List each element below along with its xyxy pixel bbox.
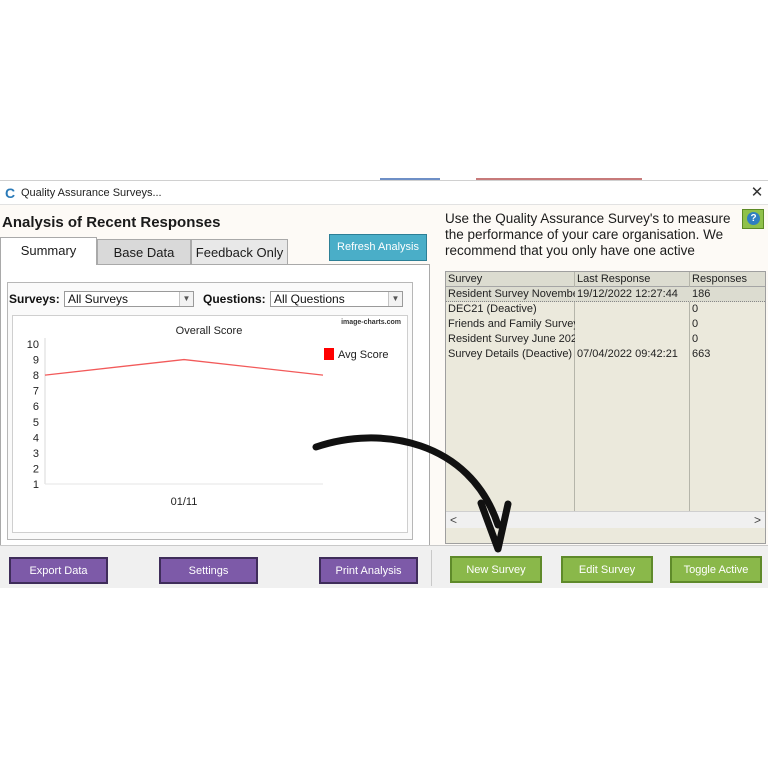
cell-last-response: 07/04/2022 09:42:21	[577, 348, 678, 360]
legend-label-avg-score: Avg Score	[338, 349, 389, 361]
y-tick-label: 6	[33, 401, 39, 413]
y-tick-label: 10	[27, 339, 39, 351]
surveys-select-value: All Surveys	[68, 292, 129, 306]
list-item[interactable]: Resident Survey June 2022 0	[446, 332, 765, 347]
y-tick-label: 1	[33, 479, 39, 491]
x-tick-label: 01/11	[171, 496, 198, 508]
list-item[interactable]: Friends and Family Survey 0	[446, 317, 765, 332]
footer-divider	[431, 550, 432, 586]
help-icon: ?	[747, 212, 760, 225]
tab-feedback-only[interactable]: Feedback Only	[191, 239, 288, 265]
refresh-analysis-button[interactable]: Refresh Analysis	[329, 234, 427, 261]
app-logo-icon: C	[5, 185, 16, 201]
chart-watermark: image-charts.com	[341, 319, 401, 326]
y-tick-label: 9	[33, 355, 39, 367]
chart-title: Overall Score	[176, 325, 243, 337]
y-tick-label: 7	[33, 386, 39, 398]
settings-button[interactable]: Settings	[159, 557, 258, 584]
close-icon[interactable]: ✕	[748, 184, 766, 202]
questions-select-value: All Questions	[274, 292, 345, 306]
column-header-survey[interactable]: Survey	[446, 272, 575, 287]
chevron-down-icon: ▼	[388, 292, 402, 306]
y-tick-label: 3	[33, 448, 39, 460]
overall-score-chart: Overall Score image-charts.com 10 9 8 7 6 5 4 3 2 1…	[12, 315, 408, 533]
tab-base-data[interactable]: Base Data	[97, 239, 191, 265]
cell-survey: Friends and Family Survey	[448, 318, 575, 330]
chevron-down-icon: ▼	[179, 292, 193, 306]
summary-tab-body: Surveys: All Surveys ▼ Questions: All Qu…	[0, 264, 430, 546]
cell-responses: 0	[692, 318, 699, 330]
list-item[interactable]: Survey Details (Deactive) 07/04/2022 09:…	[446, 347, 765, 362]
window-title: Quality Assurance Surveys...	[21, 187, 162, 199]
y-tick-label: 8	[33, 370, 39, 382]
title-bar: C Quality Assurance Surveys... ✕	[0, 181, 768, 205]
print-analysis-button[interactable]: Print Analysis	[319, 557, 418, 584]
app-window: C Quality Assurance Surveys... ✕ Analysi…	[0, 180, 768, 588]
cell-responses: 663	[692, 348, 711, 360]
column-header-responses[interactable]: Responses	[690, 272, 765, 287]
surveys-select[interactable]: All Surveys ▼	[64, 291, 194, 307]
surveys-label: Surveys:	[9, 292, 60, 306]
column-header-last-response[interactable]: Last Response	[575, 272, 690, 287]
cell-last-response: 19/12/2022 12:27:44	[577, 288, 678, 300]
cell-survey: DEC21 (Deactive)	[448, 303, 537, 315]
cell-survey: Resident Survey November	[448, 288, 575, 300]
new-survey-button[interactable]: New Survey	[450, 556, 542, 583]
cell-responses: 186	[692, 288, 711, 300]
chart-canvas: Overall Score image-charts.com 10 9 8 7 6 5 4 3 2 1…	[27, 319, 401, 508]
cell-responses: 0	[692, 303, 699, 315]
questions-label: Questions:	[203, 292, 266, 306]
cell-survey: Survey Details (Deactive)	[448, 348, 573, 360]
cell-survey: Resident Survey June 2022	[448, 333, 575, 345]
questions-select[interactable]: All Questions ▼	[270, 291, 403, 307]
scroll-right-icon[interactable]: >	[754, 513, 761, 527]
list-item[interactable]: Resident Survey November 19/12/2022 12:2…	[446, 287, 765, 302]
survey-list-header: Survey Last Response Responses	[446, 272, 765, 287]
tab-summary[interactable]: Summary	[0, 237, 97, 265]
cell-responses: 0	[692, 333, 699, 345]
survey-description: Use the Quality Assurance Survey's to me…	[445, 211, 731, 261]
horizontal-scrollbar[interactable]: < >	[446, 511, 765, 528]
scroll-left-icon[interactable]: <	[450, 513, 457, 527]
export-data-button[interactable]: Export Data	[9, 557, 108, 584]
button-bar: Export Data Settings Print Analysis New …	[0, 545, 768, 588]
help-button[interactable]: ?	[742, 209, 764, 229]
y-tick-label: 4	[33, 432, 39, 444]
main-content: Analysis of Recent Responses Summary Bas…	[0, 205, 768, 546]
toggle-active-button[interactable]: Toggle Active	[670, 556, 762, 583]
legend-swatch-avg-score	[324, 348, 334, 360]
summary-panel: Surveys: All Surveys ▼ Questions: All Qu…	[7, 282, 413, 540]
y-tick-label: 2	[33, 463, 39, 475]
list-item[interactable]: DEC21 (Deactive) 0	[446, 302, 765, 317]
series-line-avg-score	[44, 358, 324, 376]
edit-survey-button[interactable]: Edit Survey	[561, 556, 653, 583]
survey-list[interactable]: Survey Last Response Responses Resident …	[445, 271, 766, 544]
page-title: Analysis of Recent Responses	[2, 214, 221, 231]
y-tick-label: 5	[33, 417, 39, 429]
